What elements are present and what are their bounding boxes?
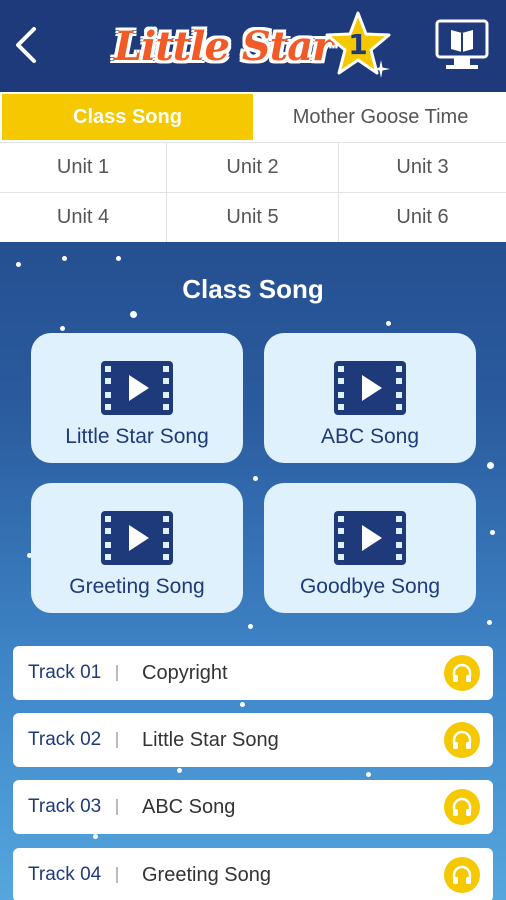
video-card-label: Greeting Song: [69, 575, 205, 598]
track-divider: [116, 665, 118, 681]
video-card-label: ABC Song: [320, 425, 420, 448]
app-header: Little Star 1: [0, 0, 506, 92]
unit-6-button[interactable]: Unit 6: [339, 192, 506, 242]
video-card-greeting-song[interactable]: Greeting Song: [31, 483, 243, 613]
ebook-monitor-button[interactable]: [434, 18, 490, 74]
video-play-icon: [334, 361, 406, 415]
track-number: Track 04: [28, 864, 102, 885]
track-number: Track 01: [28, 662, 102, 683]
video-play-icon: [101, 511, 173, 565]
unit-5-button[interactable]: Unit 5: [167, 192, 339, 242]
unit-4-button[interactable]: Unit 4: [0, 192, 167, 242]
logo-text: Little Star: [114, 22, 333, 70]
level-number: 1: [348, 28, 368, 61]
track-title: ABC Song: [142, 795, 236, 818]
track-row[interactable]: Track 02 Little Star Song: [13, 713, 493, 767]
headphones-icon[interactable]: [444, 722, 480, 758]
chevron-left-icon: [16, 27, 36, 63]
tab-class-song[interactable]: Class Song: [0, 92, 255, 142]
headphones-icon[interactable]: [444, 655, 480, 691]
video-card-label: Little Star Song: [65, 425, 209, 448]
track-divider: [116, 799, 118, 815]
video-card-little-star-song[interactable]: Little Star Song: [31, 333, 243, 463]
track-title: Greeting Song: [142, 863, 271, 886]
track-divider: [116, 867, 118, 883]
video-play-icon: [334, 511, 406, 565]
video-card-label: Goodbye Song: [299, 575, 441, 598]
track-number: Track 03: [28, 796, 102, 817]
video-card-goodbye-song[interactable]: Goodbye Song: [264, 483, 476, 613]
unit-2-button[interactable]: Unit 2: [167, 142, 339, 192]
tab-mother-goose-time[interactable]: Mother Goose Time: [255, 92, 506, 142]
headphones-icon[interactable]: [444, 857, 480, 893]
unit-grid: Unit 1 Unit 2 Unit 3 Unit 4 Unit 5 Unit …: [0, 142, 506, 242]
video-card-abc-song[interactable]: ABC Song: [264, 333, 476, 463]
track-title: Little Star Song: [142, 728, 279, 751]
unit-1-button[interactable]: Unit 1: [0, 142, 167, 192]
unit-3-button[interactable]: Unit 3: [339, 142, 506, 192]
back-button[interactable]: [8, 22, 44, 68]
headphones-icon[interactable]: [444, 789, 480, 825]
track-number: Track 02: [28, 729, 102, 750]
video-play-icon: [101, 361, 173, 415]
section-title: Class Song: [182, 274, 324, 304]
track-row[interactable]: Track 01 Copyright: [13, 646, 493, 700]
category-tabs: Class Song Mother Goose Time: [0, 92, 506, 142]
track-title: Copyright: [142, 661, 228, 684]
monitor-book-icon: [435, 19, 489, 69]
track-row[interactable]: Track 03 ABC Song: [13, 780, 493, 834]
track-row[interactable]: Track 04 Greeting Song: [13, 848, 493, 900]
track-divider: [116, 732, 118, 748]
sparkle-icon: [372, 60, 390, 78]
app-logo: Little Star 1: [114, 11, 394, 78]
